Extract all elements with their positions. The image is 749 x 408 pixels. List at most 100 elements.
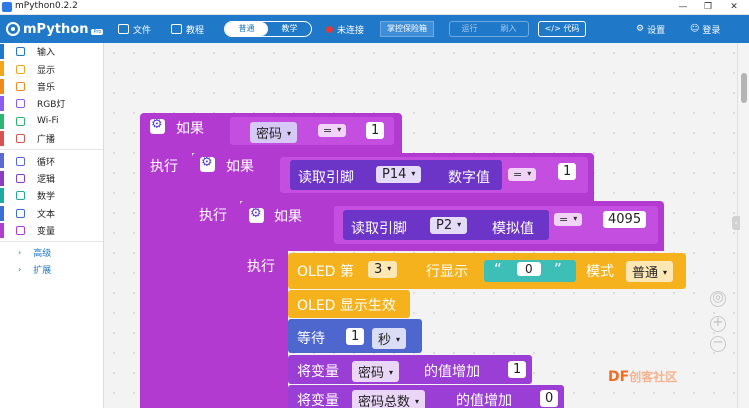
increase-number-input[interactable]: 0 — [540, 390, 559, 407]
connection-status[interactable]: 未连接 — [326, 21, 364, 37]
sidebar-category[interactable]: 变量 — [0, 222, 103, 239]
category-label: 广播 — [37, 135, 56, 146]
category-icon — [16, 47, 25, 57]
category-color-stripe — [0, 222, 4, 238]
collapse-panel-arrow-icon[interactable]: ‹ — [732, 216, 740, 230]
operator-dropdown[interactable]: = — [508, 168, 537, 181]
close-button[interactable]: ✕ — [722, 0, 746, 15]
mode-dropdown[interactable]: 普通 — [626, 261, 674, 282]
file-menu-label: 文件 — [133, 25, 152, 36]
sidebar-category[interactable]: 广播 — [0, 130, 103, 147]
if-block-outer-body — [140, 153, 192, 408]
sidebar-category[interactable]: 数学 — [0, 187, 103, 204]
category-icon — [16, 191, 25, 201]
disconnected-dot-icon — [326, 25, 333, 33]
sidebar-category[interactable]: 音乐 — [0, 78, 103, 95]
settings-button[interactable]: ⚙ 设置 — [636, 21, 665, 37]
sidebar-category[interactable]: 文本 — [0, 205, 103, 222]
variable-dropdown[interactable]: 密码 — [250, 122, 298, 143]
sidebar-category[interactable]: 循环 — [0, 152, 103, 169]
variable-dropdown-password[interactable]: 密码 — [352, 361, 400, 382]
oled-line-dropdown[interactable]: 3 — [368, 261, 398, 278]
pin-dropdown-p14[interactable]: P14 — [376, 166, 422, 183]
category-label: 逻辑 — [37, 174, 56, 185]
category-label: 变量 — [37, 227, 56, 238]
text-input[interactable]: 0 — [517, 262, 541, 276]
run-button[interactable]: 运行 — [450, 22, 489, 36]
logo: mPython Pro — [6, 20, 104, 38]
chevron-right-icon: › — [18, 248, 22, 258]
oled-show-label: OLED 显示生效 — [297, 298, 396, 314]
scrollbar-thumb[interactable] — [741, 73, 747, 103]
app-icon — [2, 2, 12, 12]
category-color-stripe — [0, 170, 4, 186]
time-unit-dropdown[interactable]: 秒 — [372, 328, 407, 349]
category-icon — [16, 99, 25, 109]
read-pin-label: 读取引脚 — [351, 221, 407, 237]
mode-toggle[interactable]: 普通 教学 — [224, 21, 312, 37]
category-color-stripe — [0, 188, 4, 204]
category-label: 输入 — [37, 48, 56, 59]
then-label-middle: 执行 — [199, 208, 227, 224]
sidebar-category[interactable]: RGB灯 — [0, 95, 103, 112]
category-icon — [16, 208, 25, 218]
user-icon: ☺ — [690, 24, 700, 34]
file-menu[interactable]: 文件 — [118, 21, 151, 37]
category-divider — [0, 241, 103, 243]
if-label-inner: 如果 — [274, 209, 302, 225]
number-input[interactable]: 4095 — [603, 211, 647, 228]
zoom-in-icon[interactable]: + — [710, 316, 726, 332]
code-button[interactable]: </> 代码 — [538, 21, 586, 37]
login-button[interactable]: ☺ 登录 — [690, 21, 720, 37]
category-icon — [16, 173, 25, 183]
watermark: DF创客社区 — [608, 368, 677, 385]
operator-dropdown[interactable]: = — [554, 213, 583, 226]
category-label: Wi-Fi — [37, 116, 59, 127]
recenter-icon[interactable]: ◎ — [710, 291, 726, 307]
connection-status-label: 未连接 — [337, 25, 365, 36]
blocks-workspace[interactable]: 如果 密码 = 1 执行 如果 读取引脚 P14 数字值 = 1 执行 如果 读… — [104, 43, 737, 408]
increase-by-label: 的值增加 — [424, 364, 480, 380]
settings-gear-icon[interactable] — [200, 155, 215, 172]
mode-teach[interactable]: 教学 — [268, 22, 311, 36]
category-sidebar: 输入 显示音乐 RGB灯 Wi-Fi 广播循环逻辑数学文本变量 › 高级 › 扩展 — [0, 43, 104, 408]
category-extensions-label: 扩展 — [33, 266, 52, 277]
wait-label: 等待 — [297, 331, 325, 347]
minimize-button[interactable]: — — [671, 0, 695, 15]
flash-button[interactable]: 刷入 — [489, 22, 528, 36]
settings-gear-icon[interactable] — [249, 206, 264, 223]
if-block-middle-body — [192, 201, 240, 408]
maximize-button[interactable]: ❐ — [696, 0, 720, 15]
zoom-out-icon[interactable]: − — [710, 336, 726, 352]
digital-value-label: 数字值 — [448, 170, 490, 186]
sidebar-category[interactable]: Wi-Fi — [0, 113, 103, 130]
category-advanced[interactable]: › 高级 — [0, 244, 103, 261]
number-input[interactable]: 1 — [366, 122, 385, 139]
sidebar-category[interactable]: 显示 — [0, 60, 103, 77]
category-divider — [0, 149, 103, 151]
category-color-stripe — [0, 205, 4, 221]
category-icon — [16, 116, 25, 126]
number-input[interactable]: 1 — [558, 163, 577, 180]
category-label: 音乐 — [37, 82, 56, 93]
category-label: 数学 — [37, 192, 56, 203]
logo-icon — [6, 22, 20, 36]
variable-dropdown-total[interactable]: 密码总数 — [352, 390, 426, 408]
wait-number-input[interactable]: 1 — [346, 328, 365, 345]
sidebar-category[interactable]: 逻辑 — [0, 170, 103, 187]
category-color-stripe — [0, 153, 4, 169]
category-icon — [16, 134, 25, 144]
category-extensions[interactable]: › 扩展 — [0, 261, 103, 278]
mode-normal[interactable]: 普通 — [225, 22, 268, 36]
set-variable-label: 将变量 — [297, 393, 339, 408]
login-label: 登录 — [702, 25, 721, 36]
pin-dropdown-p2[interactable]: P2 — [430, 217, 468, 234]
operator-dropdown[interactable]: = — [318, 124, 347, 137]
settings-gear-icon[interactable] — [150, 117, 165, 134]
sidebar-category[interactable]: 输入 — [0, 43, 103, 60]
device-select[interactable]: 掌控保险箱 — [380, 21, 434, 37]
increase-number-input[interactable]: 1 — [508, 361, 527, 378]
tutorial-menu[interactable]: 教程 — [171, 21, 204, 37]
oled-prefix-label: OLED 第 — [297, 264, 354, 280]
if-label-middle: 如果 — [226, 159, 254, 175]
